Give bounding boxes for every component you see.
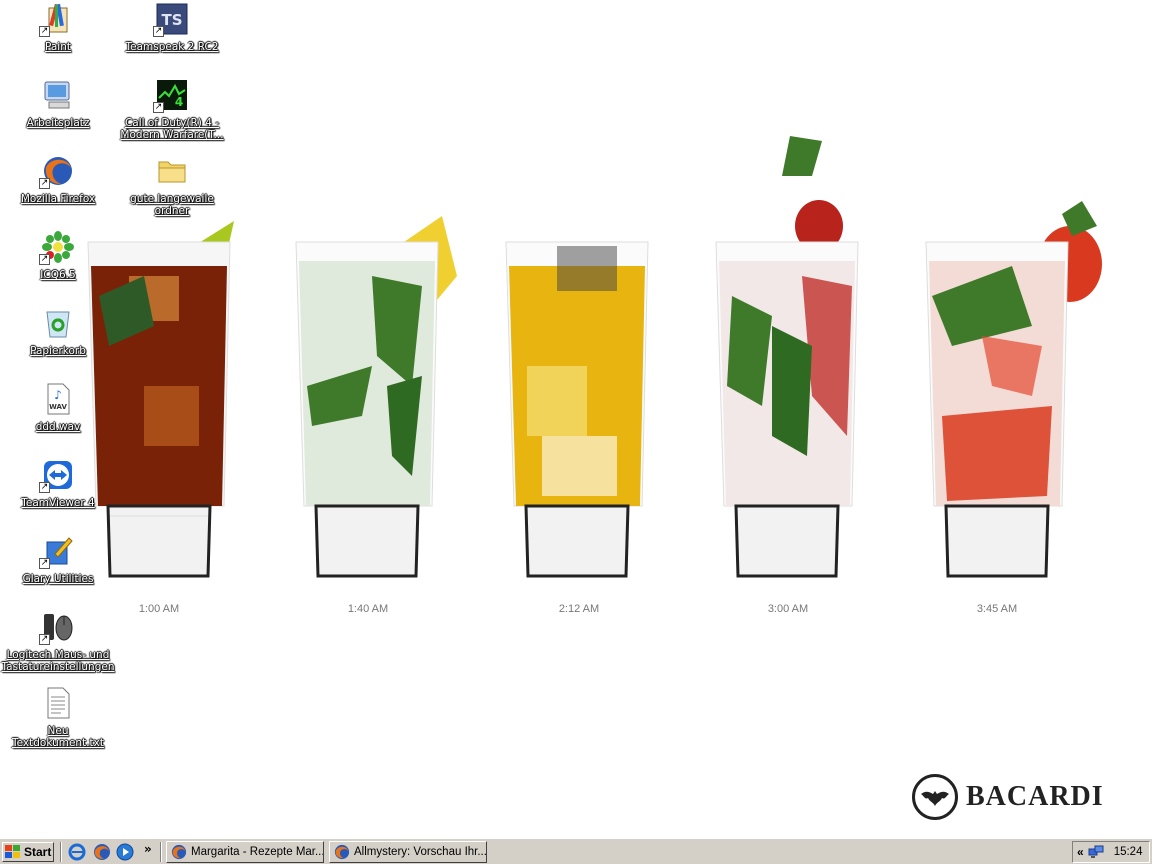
taskbar-separator (160, 842, 162, 862)
firefox-icon: ↗ (39, 154, 75, 189)
svg-text:4: 4 (175, 95, 183, 109)
network-icon[interactable] (1088, 845, 1104, 859)
task-label: Allmystery: Vorschau Ihr... (354, 846, 487, 858)
firefox-icon (171, 844, 187, 860)
taskbar-button-margarita[interactable]: Margarita - Rezepte Mar... (166, 841, 324, 863)
desktop-icon-neu-textdokument[interactable]: Neu Textdokument.txt (0, 686, 116, 749)
start-button[interactable]: Start (2, 842, 54, 862)
desktop-icon-call-of-duty[interactable]: 4 ↗ Call of Duty(R) 4 - Modern Warfare(T.… (114, 78, 230, 141)
recycle-bin-icon (41, 306, 75, 340)
teamspeak-icon: TS ↗ (153, 2, 189, 37)
desktop-icon-gute-langewaile-ordner[interactable]: gute langewaile ordner (114, 154, 230, 217)
wallpaper-time-label: 3:00 AM (767, 603, 809, 615)
desktop-icon-teamspeak[interactable]: TS ↗ Teamspeak 2 RC2 (114, 2, 230, 53)
wallpaper-raspberry-glass (712, 136, 862, 656)
desktop-icon-label: Call of Duty(R) 4 - Modern Warfare(T... (120, 117, 224, 141)
desktop-icon-paint[interactable]: ↗ Paint (0, 2, 116, 53)
desktop-icon-label: Paint (45, 41, 71, 53)
tray-expand-button[interactable]: « (1077, 845, 1084, 859)
desktop-icon-arbeitsplatz[interactable]: Arbeitsplatz (0, 78, 116, 129)
wav-file-icon: ♪ WAV (41, 382, 75, 416)
wallpaper-time-label: 1:00 AM (138, 603, 180, 615)
desktop-icon-label: gute langewaile ordner (130, 193, 214, 217)
wallpaper-mojito-glass (292, 216, 457, 656)
paint-icon: ↗ (39, 2, 75, 37)
teamviewer-icon: ↗ (39, 458, 75, 493)
brand-name: BACARDI (966, 781, 1104, 812)
logitech-icon: ↗ (39, 610, 75, 645)
clock[interactable]: 15:24 (1114, 846, 1143, 858)
start-label: Start (24, 845, 52, 859)
taskbar-button-allmystery[interactable]: Allmystery: Vorschau Ihr... (329, 841, 487, 863)
wallpaper-time-label: 1:40 AM (347, 603, 389, 615)
desktop-icon-label: Mozilla Firefox (20, 193, 96, 205)
glary-utilities-icon: ↗ (39, 534, 75, 569)
svg-text:TS: TS (161, 11, 182, 29)
taskbar-separator (60, 842, 62, 862)
firefox-icon[interactable] (93, 843, 111, 861)
taskbar: Start » Margarita - Rezepte Mar... Allmy… (0, 838, 1152, 864)
wallpaper-time-label: 2:12 AM (558, 603, 600, 615)
wallpaper-gold-glass (502, 236, 652, 656)
bat-icon (912, 774, 958, 820)
desktop-icon-label: Neu Textdokument.txt (12, 725, 104, 749)
desktop-icon-firefox[interactable]: ↗ Mozilla Firefox (0, 154, 116, 205)
ie-icon[interactable] (68, 843, 86, 861)
firefox-icon (334, 844, 350, 860)
task-label: Margarita - Rezepte Mar... (191, 846, 324, 858)
windows-flag-icon (5, 845, 20, 858)
desktop-icon-label: Teamspeak 2 RC2 (125, 41, 219, 53)
text-file-icon (41, 686, 75, 720)
quick-launch-overflow[interactable]: » (144, 842, 152, 856)
folder-icon (155, 154, 189, 188)
bacardi-logo: BACARDI (912, 772, 1104, 822)
wallpaper-time-label: 3:45 AM (976, 603, 1018, 615)
wallpaper-strawberry-glass (922, 201, 1102, 656)
svg-text:WAV: WAV (49, 403, 67, 411)
wallpaper-cola-glass (84, 221, 234, 656)
call-of-duty-icon: 4 ↗ (153, 78, 189, 113)
svg-text:♪: ♪ (54, 388, 62, 402)
system-tray: « 15:24 (1072, 841, 1150, 863)
desktop: ↗ Paint Arbeitsplatz ↗ Mozilla Firefox ↗… (0, 0, 1152, 838)
icq-icon: ↗ (39, 230, 75, 265)
media-player-icon[interactable] (116, 843, 134, 861)
desktop-icon-label: Arbeitsplatz (26, 117, 90, 129)
computer-icon (41, 78, 75, 112)
